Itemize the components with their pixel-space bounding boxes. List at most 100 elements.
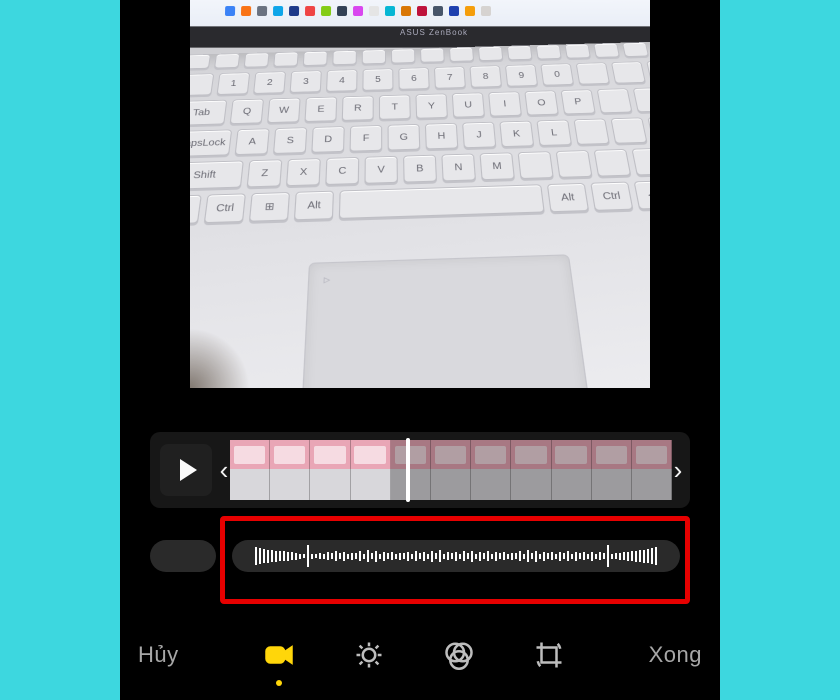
laptop-keyboard: 1234567890⌫TabQWERTYUIOPCapsLockASDFGHJK… — [190, 40, 650, 388]
keyboard-key: Tab — [190, 100, 227, 126]
keyboard-key — [303, 51, 328, 66]
bottom-toolbar: Hủy — [120, 610, 720, 700]
keyboard-key — [507, 45, 533, 60]
keyboard-key: Ctrl — [590, 182, 633, 211]
audio-waveform-track[interactable] — [232, 540, 680, 572]
play-icon — [180, 459, 197, 481]
timeline-thumbnail[interactable] — [230, 440, 270, 500]
laptop-screen-taskbar — [190, 0, 650, 28]
video-timeline: ‹ › — [150, 432, 690, 508]
timeline-thumbnail[interactable] — [632, 440, 672, 500]
adjust-icon — [354, 640, 384, 670]
keyboard-key — [611, 61, 646, 83]
keyboard-key — [391, 48, 415, 63]
cancel-button[interactable]: Hủy — [138, 642, 179, 668]
keyboard-key: ↵ — [647, 116, 650, 143]
video-preview[interactable]: ASUS ZenBook 1234567890⌫TabQWERTYUIOPCap… — [190, 0, 650, 388]
timeline-thumbnail[interactable] — [431, 440, 471, 500]
keyboard-key — [190, 54, 211, 69]
keyboard-key — [420, 48, 445, 63]
keyboard-key: 5 — [362, 68, 393, 90]
keyboard-key: Alt — [294, 191, 334, 221]
tool-switcher — [262, 638, 566, 672]
timeline-thumbnails[interactable] — [230, 440, 672, 500]
crop-tool-button[interactable] — [532, 638, 566, 672]
keyboard-key: F — [350, 125, 383, 152]
keyboard-key: 4 — [326, 69, 358, 92]
keyboard-key: W — [267, 98, 301, 123]
keyboard-key — [610, 117, 647, 143]
keyboard-key — [594, 149, 632, 177]
keyboard-key: O — [524, 90, 559, 115]
keyboard-key: 8 — [469, 65, 502, 87]
keyboard-key: K — [499, 121, 534, 147]
keyboard-key: 1 — [217, 72, 251, 95]
timeline-thumbnail[interactable] — [511, 440, 551, 500]
video-editor-screen: ASUS ZenBook 1234567890⌫TabQWERTYUIOPCap… — [120, 0, 720, 700]
laptop-brand-label: ASUS ZenBook — [400, 28, 468, 37]
timeline-thumbnail[interactable] — [592, 440, 632, 500]
keyboard-key: Alt — [547, 183, 589, 212]
keyboard-key — [622, 42, 649, 57]
keyboard-key — [362, 49, 386, 64]
keyboard-key — [244, 52, 270, 67]
keyboard-key — [273, 52, 298, 67]
keyboard-key: Q — [230, 99, 264, 124]
filters-icon — [444, 640, 474, 670]
keyboard-key — [478, 46, 503, 61]
keyboard-key: P — [560, 89, 595, 114]
mute-track-button[interactable] — [150, 540, 216, 572]
keyboard-key: T — [379, 94, 411, 119]
timeline-thumbnail[interactable] — [391, 440, 431, 500]
keyboard-key — [449, 47, 474, 62]
keyboard-key: U — [452, 92, 485, 117]
keyboard-key: Shift — [631, 147, 650, 176]
frame-strip[interactable]: ‹ › — [218, 440, 684, 500]
keyboard-key — [633, 87, 650, 112]
keyboard-key — [190, 73, 214, 96]
timeline-thumbnail[interactable] — [552, 440, 592, 500]
keyboard-key: ⌫ — [646, 60, 650, 83]
audio-waveform — [232, 540, 680, 572]
keyboard-key: ⊞ — [249, 192, 290, 222]
keyboard-key: B — [403, 155, 437, 183]
trim-handle-right[interactable]: › — [672, 440, 684, 500]
play-button[interactable] — [160, 444, 212, 496]
active-tool-indicator — [276, 680, 282, 686]
filters-tool-button[interactable] — [442, 638, 476, 672]
keyboard-key: 7 — [434, 66, 466, 88]
preview-hand-shadow — [190, 328, 250, 388]
video-icon — [264, 640, 294, 670]
video-tool-button[interactable] — [262, 638, 296, 672]
keyboard-key — [518, 151, 554, 179]
timeline-thumbnail[interactable] — [310, 440, 350, 500]
keyboard-key: Y — [415, 93, 448, 118]
timeline-thumbnail[interactable] — [270, 440, 310, 500]
adjust-tool-button[interactable] — [352, 638, 386, 672]
keyboard-key: CapsLock — [190, 129, 232, 157]
keyboard-key — [214, 53, 240, 68]
keyboard-key: Shift — [190, 160, 244, 189]
keyboard-key — [597, 88, 633, 113]
keyboard-key: Z — [247, 159, 283, 187]
crop-icon — [534, 640, 564, 670]
keyboard-key: Fn — [190, 195, 202, 225]
trim-handle-left[interactable]: ‹ — [218, 440, 230, 500]
timeline-thumbnail[interactable] — [471, 440, 511, 500]
playhead[interactable] — [406, 438, 410, 502]
keyboard-key — [576, 62, 610, 84]
keyboard-key: L — [536, 120, 572, 146]
keyboard-key — [593, 43, 620, 58]
keyboard-key: ◂ — [634, 181, 650, 210]
keyboard-key: D — [311, 126, 344, 153]
keyboard-key — [573, 118, 609, 144]
keyboard-key: 2 — [253, 71, 286, 94]
done-button[interactable]: Xong — [649, 642, 702, 668]
timeline-thumbnail[interactable] — [351, 440, 391, 500]
keyboard-key: C — [325, 157, 359, 185]
keyboard-key: X — [286, 158, 321, 186]
keyboard-key: 0 — [540, 63, 574, 85]
keyboard-key: 3 — [290, 70, 322, 93]
keyboard-key: 6 — [398, 67, 429, 89]
keyboard-key — [564, 44, 590, 59]
